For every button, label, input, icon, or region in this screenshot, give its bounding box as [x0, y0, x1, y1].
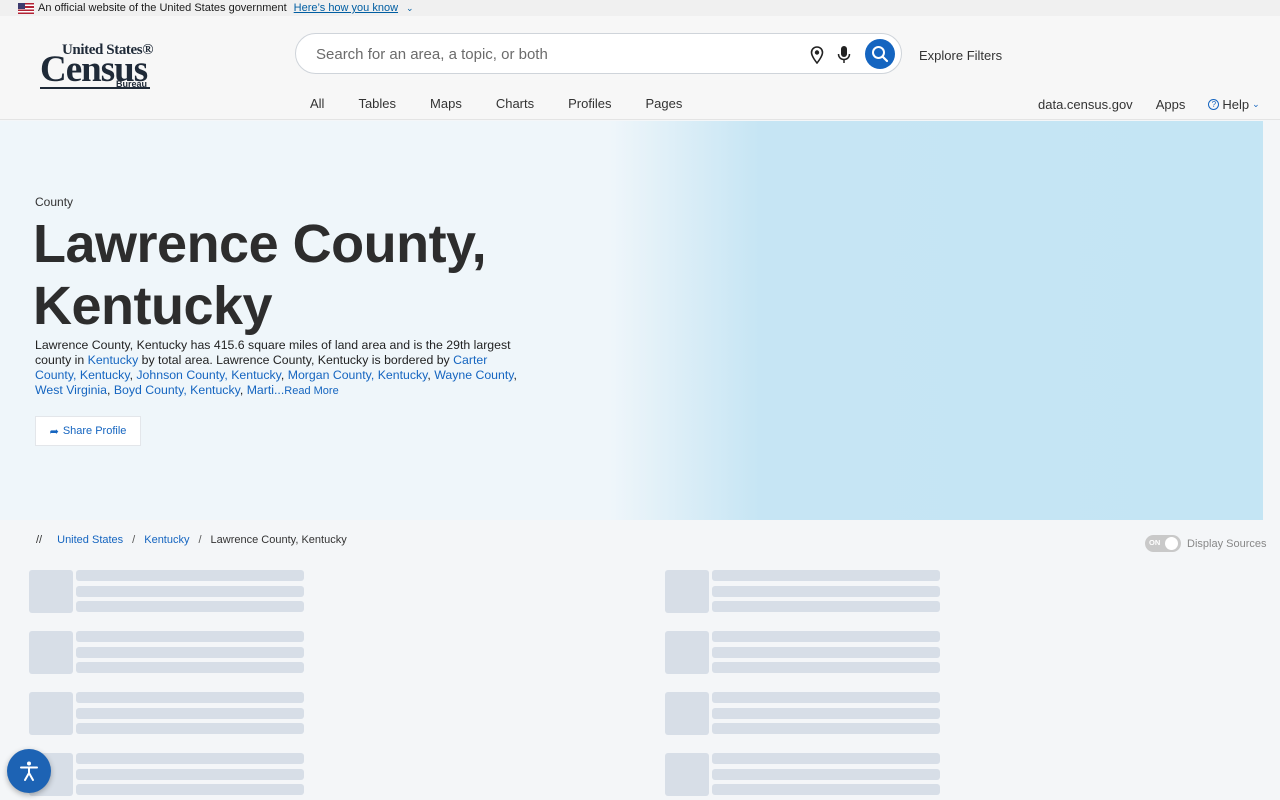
page-title: Lawrence County, Kentucky: [33, 214, 487, 336]
breadcrumb: // United States / Kentucky / Lawrence C…: [36, 534, 347, 546]
breadcrumb-united-states[interactable]: United States: [57, 534, 123, 546]
data-census-gov-link[interactable]: data.census.gov: [1038, 97, 1133, 112]
breadcrumb-separator: /: [198, 534, 202, 546]
skeleton-line: [712, 692, 940, 703]
link-neighbor-west-virginia[interactable]: West Virginia: [35, 383, 107, 397]
profile-description: Lawrence County, Kentucky has 415.6 squa…: [35, 338, 517, 397]
description-text: by total area. Lawrence County, Kentucky…: [138, 353, 454, 367]
skeleton-line: [76, 708, 304, 719]
skeleton-line: [76, 631, 304, 642]
skeleton-line: [712, 586, 940, 597]
skeleton-line: [76, 784, 304, 795]
gov-banner-text: An official website of the United States…: [38, 2, 287, 14]
breadcrumb-current: Lawrence County, Kentucky: [210, 534, 347, 546]
share-icon: ➦: [49, 425, 59, 438]
breadcrumb-lead: //: [36, 534, 43, 546]
loading-skeleton: [665, 692, 941, 737]
tab-maps[interactable]: Maps: [430, 96, 462, 111]
profile-hero: County Lawrence County, Kentucky Lawrenc…: [0, 121, 1263, 520]
skeleton-line: [76, 601, 304, 612]
skeleton-line: [712, 631, 940, 642]
share-profile-button[interactable]: ➦ Share Profile: [35, 416, 141, 446]
utility-nav: data.census.gov Apps ? Help ⌄: [1038, 97, 1260, 112]
tab-profiles[interactable]: Profiles: [568, 96, 611, 111]
link-neighbor-johnson[interactable]: Johnson County, Kentucky: [136, 368, 280, 382]
search-nav-tabs: All Tables Maps Charts Profiles Pages: [310, 96, 716, 111]
skeleton-thumbnail: [665, 631, 709, 674]
loading-skeleton: [29, 570, 305, 615]
breadcrumb-kentucky[interactable]: Kentucky: [144, 534, 189, 546]
link-neighbor-morgan[interactable]: Morgan County, Kentucky: [288, 368, 428, 382]
tab-pages[interactable]: Pages: [645, 96, 682, 111]
heres-how-you-know-link[interactable]: Here’s how you know: [294, 2, 398, 14]
apps-link[interactable]: Apps: [1156, 97, 1186, 112]
tab-charts[interactable]: Charts: [496, 96, 534, 111]
loading-skeleton: [665, 570, 941, 615]
logo-underline: [40, 87, 150, 89]
toggle-knob: [1165, 537, 1178, 550]
search-input[interactable]: [316, 44, 786, 64]
chevron-down-icon: ⌄: [1252, 99, 1260, 109]
skeleton-line: [76, 692, 304, 703]
link-neighbor-boyd[interactable]: Boyd County, Kentucky: [114, 383, 240, 397]
search-bar: [295, 33, 902, 74]
accessibility-button[interactable]: [7, 749, 51, 793]
skeleton-thumbnail: [29, 692, 73, 735]
microphone-icon[interactable]: [837, 45, 851, 64]
accessibility-icon: [20, 761, 38, 781]
search-icon: [872, 46, 889, 63]
skeleton-line: [76, 753, 304, 764]
skeleton-line: [76, 586, 304, 597]
share-profile-label: Share Profile: [62, 425, 127, 437]
skeleton-line: [712, 570, 940, 581]
skeleton-thumbnail: [29, 631, 73, 674]
gov-banner: An official website of the United States…: [0, 0, 1280, 16]
link-kentucky[interactable]: Kentucky: [88, 353, 139, 367]
loading-skeleton: [29, 631, 305, 676]
tab-all[interactable]: All: [310, 96, 324, 111]
display-sources-label: Display Sources: [1187, 537, 1267, 550]
skeleton-line: [76, 647, 304, 658]
site-header: United States® Census Bureau Explore Fil…: [0, 16, 1280, 120]
display-sources-control: ON Display Sources: [1145, 535, 1266, 552]
help-circle-icon: ?: [1208, 99, 1220, 110]
geography-type: County: [35, 195, 74, 209]
skeleton-line: [712, 723, 940, 734]
skeleton-line: [712, 708, 940, 719]
skeleton-thumbnail: [665, 692, 709, 735]
help-label: Help: [1222, 97, 1250, 112]
link-neighbor-truncated[interactable]: Marti...: [247, 383, 285, 397]
tab-tables[interactable]: Tables: [358, 96, 396, 111]
toggle-state: ON: [1149, 538, 1161, 547]
display-sources-toggle[interactable]: ON: [1145, 535, 1181, 552]
skeleton-line: [76, 662, 304, 673]
search-button[interactable]: [865, 39, 895, 69]
location-pin-icon[interactable]: [810, 46, 824, 64]
skeleton-line: [76, 723, 304, 734]
chevron-down-icon[interactable]: ⌄: [406, 3, 414, 14]
read-more-link[interactable]: Read More: [284, 385, 338, 397]
skeleton-thumbnail: [29, 570, 73, 613]
skeleton-line: [712, 784, 940, 795]
skeleton-thumbnail: [665, 753, 709, 796]
skeleton-thumbnail: [665, 570, 709, 613]
loading-skeleton: [29, 753, 305, 798]
help-menu[interactable]: ? Help ⌄: [1208, 97, 1260, 112]
link-neighbor-wayne[interactable]: Wayne County: [434, 368, 513, 382]
skeleton-line: [76, 769, 304, 780]
skeleton-line: [712, 753, 940, 764]
skeleton-line: [712, 647, 940, 658]
skeleton-line: [76, 570, 304, 581]
explore-filters-link[interactable]: Explore Filters: [919, 48, 1002, 63]
loading-skeleton: [665, 753, 941, 798]
skeleton-line: [712, 769, 940, 780]
skeleton-line: [712, 662, 940, 673]
loading-skeleton: [29, 692, 305, 737]
skeleton-line: [712, 601, 940, 612]
breadcrumb-separator: /: [132, 534, 136, 546]
census-logo[interactable]: United States® Census Bureau: [40, 42, 158, 92]
us-flag-icon: [18, 2, 34, 14]
loading-skeleton: [665, 631, 941, 676]
